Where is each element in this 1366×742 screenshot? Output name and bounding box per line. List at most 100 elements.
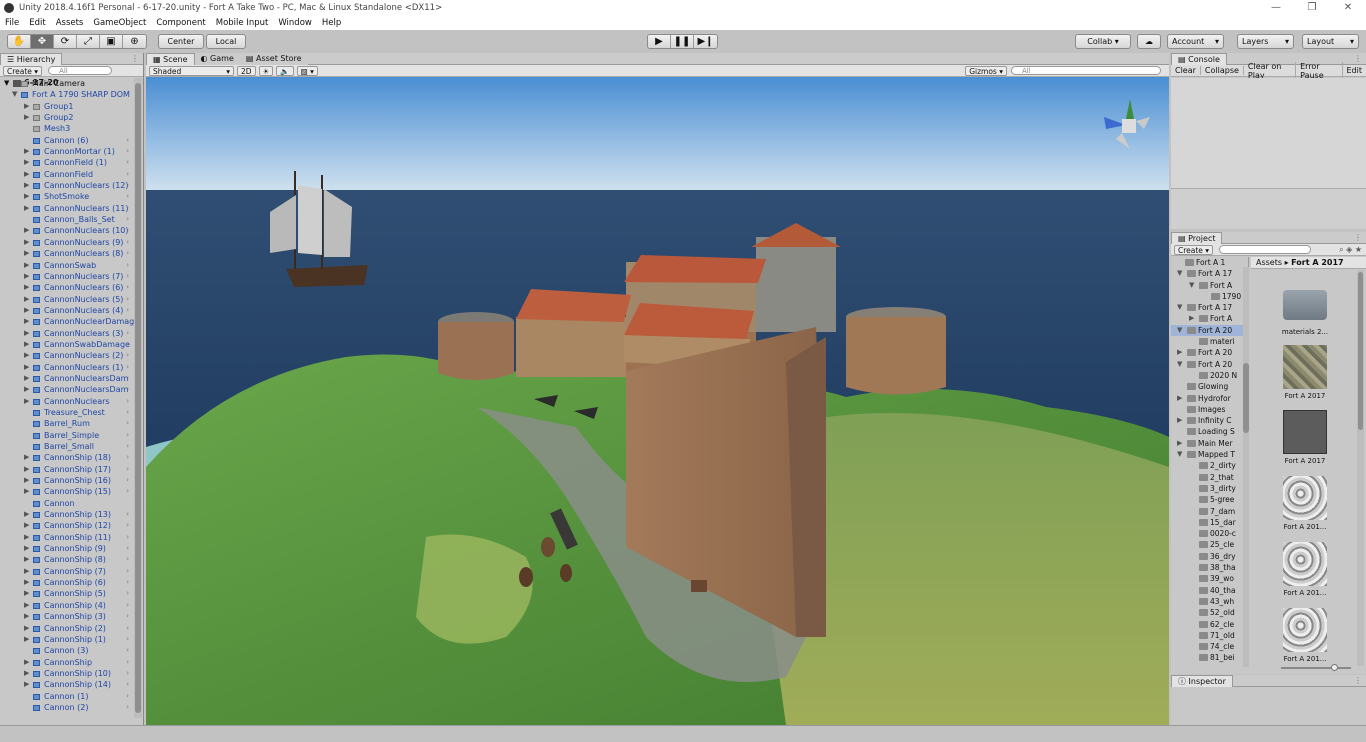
project-asset-item[interactable]: Fort A 201... <box>1280 608 1330 663</box>
expand-arrow-icon[interactable]: ▶ <box>24 237 29 248</box>
hierarchy-row[interactable]: ▶ CannonShip (14) › <box>0 679 134 690</box>
prefab-open-icon[interactable]: › <box>126 316 129 327</box>
prefab-open-icon[interactable]: › <box>126 191 129 202</box>
menu-file[interactable]: File <box>5 18 19 28</box>
lighting-toggle-icon[interactable]: ☀ <box>258 65 274 76</box>
prefab-open-icon[interactable]: › <box>126 135 129 146</box>
project-assets-scrollbar[interactable] <box>1357 270 1364 666</box>
hierarchy-row[interactable]: ▶ CannonNuclears (6) › <box>0 282 134 293</box>
expand-arrow-icon[interactable]: ▶ <box>24 668 29 679</box>
panel-menu-icon[interactable]: ⋮ <box>1354 233 1362 242</box>
hierarchy-row[interactable]: Mesh3 <box>0 123 134 134</box>
expand-arrow-icon[interactable]: ▶ <box>24 282 29 293</box>
expand-arrow-icon[interactable]: ▶ <box>24 316 29 327</box>
prefab-open-icon[interactable]: › <box>126 350 129 361</box>
expand-arrow-icon[interactable]: ▶ <box>24 554 29 565</box>
project-folder-row[interactable]: 81_bei <box>1171 652 1248 663</box>
hierarchy-row[interactable]: ▶ CannonShip (4) › <box>0 600 134 611</box>
expand-arrow-icon[interactable]: ▼ <box>1177 325 1182 336</box>
expand-arrow-icon[interactable]: ▶ <box>24 679 29 690</box>
project-asset-item[interactable]: Fort A 2017 <box>1280 345 1330 400</box>
hierarchy-row[interactable]: ▶ CannonShip (3) › <box>0 611 134 622</box>
project-folder-row[interactable]: ▼ Fort A <box>1171 280 1248 291</box>
project-folder-row[interactable]: 71_old <box>1171 630 1248 641</box>
hierarchy-row[interactable]: ▶ CannonSwab › <box>0 260 134 271</box>
hierarchy-row[interactable]: ▶ CannonShip (1) › <box>0 634 134 645</box>
prefab-open-icon[interactable]: › <box>126 248 129 259</box>
expand-arrow-icon[interactable]: ▶ <box>1177 347 1182 358</box>
hierarchy-row[interactable]: Cannon_Balls_Set › <box>0 214 134 225</box>
prefab-open-icon[interactable]: › <box>126 668 129 679</box>
cloud-button[interactable]: ☁ <box>1137 34 1161 49</box>
hierarchy-row[interactable]: ▶ CannonNuclears (2) › <box>0 350 134 361</box>
expand-arrow-icon[interactable]: ▼ <box>1189 280 1194 291</box>
expand-arrow-icon[interactable]: ▶ <box>24 362 29 373</box>
hierarchy-row[interactable]: Cannon <box>0 498 134 509</box>
hierarchy-row[interactable]: Barrel_Small › <box>0 441 134 452</box>
hand-tool-icon[interactable]: ✋ <box>8 35 31 48</box>
project-folder-row[interactable]: 40_tha <box>1171 585 1248 596</box>
audio-toggle-icon[interactable]: 🔈 <box>276 65 294 76</box>
hierarchy-row[interactable]: ▶ CannonSwabDamage › <box>0 339 134 350</box>
expand-arrow-icon[interactable]: ▶ <box>24 623 29 634</box>
expand-arrow-icon[interactable]: ▶ <box>24 486 29 497</box>
prefab-open-icon[interactable]: › <box>126 225 129 236</box>
expand-arrow-icon[interactable]: ▶ <box>1177 438 1182 449</box>
expand-arrow-icon[interactable]: ▶ <box>24 520 29 531</box>
shading-mode-dropdown[interactable]: Shaded ▾ <box>149 65 234 76</box>
project-folder-row[interactable]: ▼ Fort A 20 <box>1171 359 1248 370</box>
expand-arrow-icon[interactable]: ▶ <box>24 294 29 305</box>
prefab-open-icon[interactable]: › <box>126 180 129 191</box>
prefab-open-icon[interactable]: › <box>126 600 129 611</box>
hierarchy-row[interactable]: ▶ CannonNuclears (7) › <box>0 271 134 282</box>
project-folder-row[interactable]: Glowing <box>1171 381 1248 392</box>
panel-menu-icon[interactable]: ⋮ <box>1354 676 1362 685</box>
project-folder-row[interactable]: 15_dar <box>1171 517 1248 528</box>
project-folder-row[interactable]: ▼ Fort A 17 <box>1171 268 1248 279</box>
project-folder-row[interactable]: 1790 <box>1171 291 1248 302</box>
expand-arrow-icon[interactable]: ▶ <box>24 248 29 259</box>
layers-dropdown[interactable]: Layers ▾ <box>1237 34 1294 49</box>
project-asset-item[interactable]: Fort A 201... <box>1280 542 1330 597</box>
prefab-open-icon[interactable]: › <box>126 384 129 395</box>
hierarchy-row[interactable]: ▶ CannonNuclears › <box>0 396 134 407</box>
project-folder-row[interactable]: 25_cle <box>1171 539 1248 550</box>
rect-tool-icon[interactable]: ▣ <box>100 35 123 48</box>
project-folder-row[interactable]: Fort A 1 <box>1171 257 1248 268</box>
expand-arrow-icon[interactable]: ▶ <box>24 203 29 214</box>
project-folder-row[interactable]: 3_dirty <box>1171 483 1248 494</box>
menu-assets[interactable]: Assets <box>56 18 84 28</box>
hierarchy-row[interactable]: ▶ CannonNuclears (4) › <box>0 305 134 316</box>
prefab-open-icon[interactable]: › <box>126 679 129 690</box>
console-collapse-button[interactable]: Collapse <box>1201 66 1244 75</box>
project-search-input[interactable] <box>1219 245 1312 254</box>
project-folder-row[interactable]: ▶ Hydrofor <box>1171 393 1248 404</box>
expand-arrow-icon[interactable]: ▶ <box>24 577 29 588</box>
hierarchy-row[interactable]: Treasure_Chest › <box>0 407 134 418</box>
hierarchy-create-button[interactable]: Create ▾ <box>3 65 43 76</box>
expand-arrow-icon[interactable]: ▶ <box>24 396 29 407</box>
hierarchy-row[interactable]: ▶ ShotSmoke › <box>0 191 134 202</box>
prefab-open-icon[interactable]: › <box>126 441 129 452</box>
scene-search-input[interactable]: All <box>1011 66 1161 75</box>
hierarchy-row[interactable]: ▶ CannonNuclears (3) › <box>0 328 134 339</box>
expand-arrow-icon[interactable]: ▶ <box>24 657 29 668</box>
prefab-open-icon[interactable]: › <box>126 623 129 634</box>
project-folder-row[interactable]: 0020-c <box>1171 528 1248 539</box>
expand-arrow-icon[interactable]: ▶ <box>24 191 29 202</box>
project-asset-item[interactable]: Fort A 2017 <box>1280 410 1330 465</box>
project-folder-row[interactable]: ▶ Fort A <box>1171 313 1248 324</box>
expand-arrow-icon[interactable]: ▶ <box>24 339 29 350</box>
expand-arrow-icon[interactable]: ▶ <box>24 260 29 271</box>
tab-hierarchy[interactable]: ☰ Hierarchy <box>0 52 63 65</box>
expand-arrow-icon[interactable]: ▶ <box>1177 393 1182 404</box>
project-folder-row[interactable]: 62_cle <box>1171 619 1248 630</box>
prefab-open-icon[interactable]: › <box>126 271 129 282</box>
hierarchy-row[interactable]: ▶ Group2 <box>0 112 134 123</box>
hierarchy-row[interactable]: ▶ CannonShip (17) › <box>0 464 134 475</box>
prefab-open-icon[interactable]: › <box>126 305 129 316</box>
expand-arrow-icon[interactable]: ▼ <box>12 89 17 100</box>
breadcrumb-assets[interactable]: Assets <box>1256 258 1282 267</box>
prefab-open-icon[interactable]: › <box>126 362 129 373</box>
prefab-open-icon[interactable]: › <box>126 418 129 429</box>
